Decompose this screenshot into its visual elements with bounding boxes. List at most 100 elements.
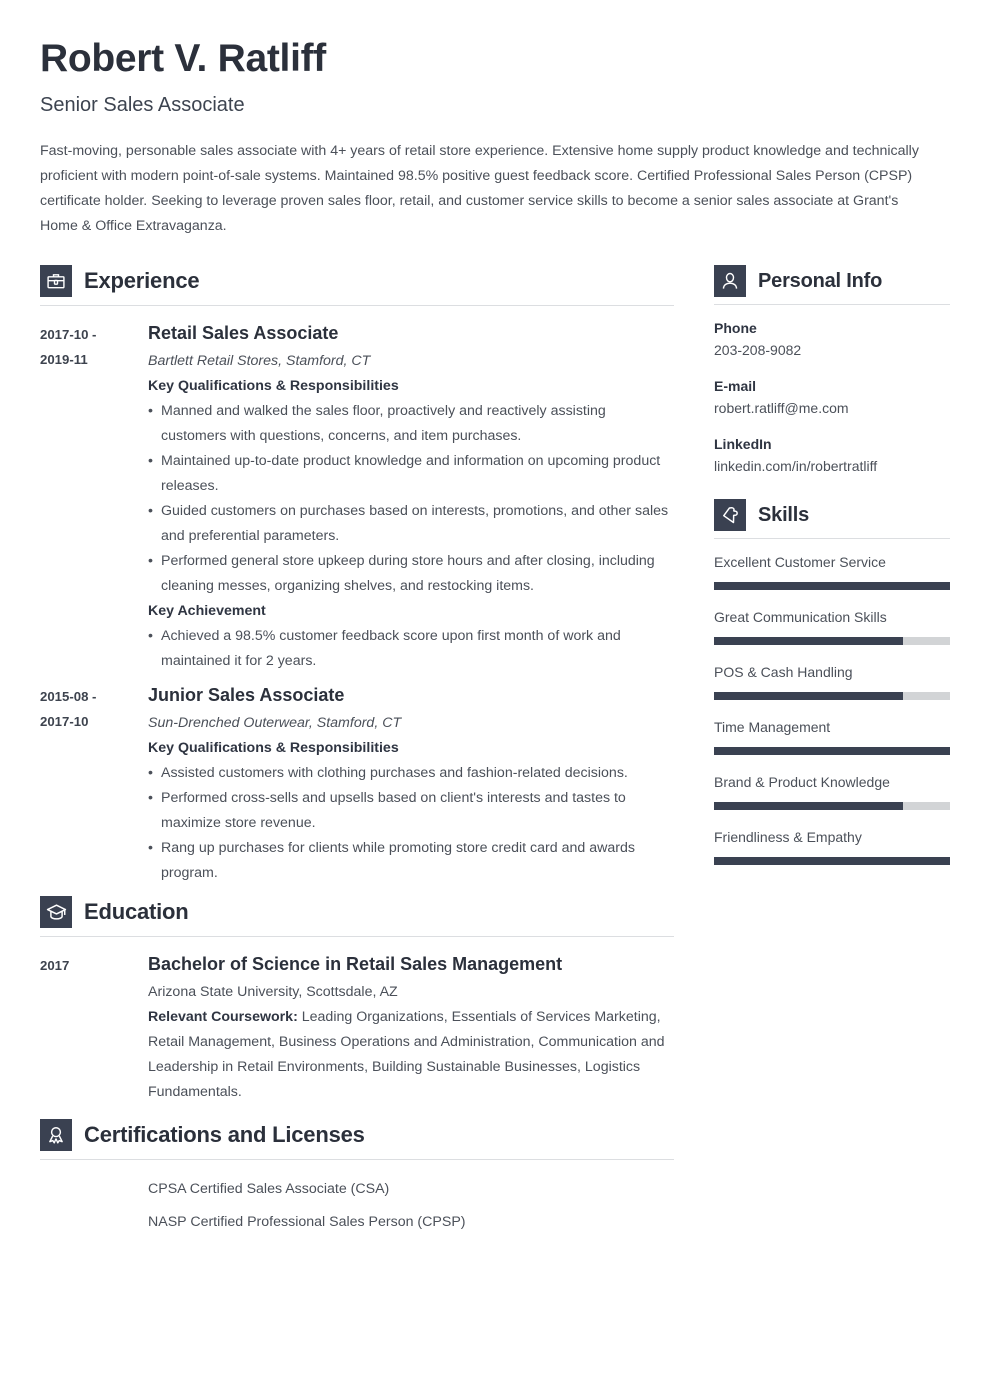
certifications-divider — [40, 1159, 674, 1161]
entry-date-start: 2017-10 - — [40, 327, 97, 343]
skill-bar-track — [714, 747, 950, 756]
skill-label: POS & Cash Handling — [714, 664, 853, 681]
skill-bar-fill — [714, 637, 903, 646]
degree-title: Bachelor of Science in Retail Sales Mana… — [148, 954, 563, 975]
list-item: Performed general store upkeep during st… — [148, 549, 674, 599]
entry-organization: Sun-Drenched Outerwear, Stamford, CT — [148, 715, 402, 732]
person-icon — [714, 265, 746, 298]
certifications-list: CPSA Certified Sales Associate (CSA) NAS… — [40, 1174, 674, 1235]
list-item: Guided customers on purchases based on i… — [148, 499, 674, 549]
skill-bar-fill — [714, 582, 950, 591]
coursework-block: Relevant Coursework: Leading Organizatio… — [148, 1005, 674, 1105]
personal-info-heading: Personal Info — [714, 261, 950, 298]
experience-title: Experience — [84, 268, 200, 294]
resume-header: Robert V. Ratliff Senior Sales Associate… — [40, 37, 950, 239]
skill-label: Brand & Product Knowledge — [714, 774, 890, 791]
coursework-label: Relevant Coursework: — [148, 1009, 298, 1026]
main-column: Experience 2017-10 - 2019-11 Retail Sale… — [40, 261, 674, 1243]
skill-bar-fill — [714, 747, 950, 756]
qualifications-list: Assisted customers with clothing purchas… — [148, 761, 674, 886]
info-value[interactable]: linkedin.com/in/robertratliff — [714, 455, 950, 478]
section-skills: Skills Excellent Customer Service Great … — [714, 495, 950, 866]
list-item: Achieved a 98.5% customer feedback score… — [148, 624, 674, 674]
certifications-heading: Certifications and Licenses — [40, 1115, 674, 1152]
personal-info-divider — [714, 304, 950, 306]
info-field-phone: Phone 203-208-9082 — [714, 317, 950, 362]
skill-bar-fill — [714, 692, 903, 701]
skill-bar-fill — [714, 802, 903, 811]
sidebar-column: Personal Info Phone 203-208-9082 E-mail … — [714, 261, 950, 881]
briefcase-icon — [40, 265, 72, 298]
entry-organization: Bartlett Retail Stores, Stamford, CT — [148, 353, 371, 370]
entry-date-end: 2019-11 — [40, 352, 88, 368]
skill-bar-fill — [714, 857, 950, 866]
skill-label: Friendliness & Empathy — [714, 829, 862, 846]
skill-item: POS & Cash Handling — [714, 661, 950, 701]
list-item: Maintained up-to-date product knowledge … — [148, 449, 674, 499]
list-item: Performed cross-sells and upsells based … — [148, 786, 674, 836]
section-certifications: Certifications and Licenses CPSA Certifi… — [40, 1115, 674, 1235]
skill-bar-track — [714, 582, 950, 591]
info-label: LinkedIn — [714, 436, 772, 453]
info-value[interactable]: robert.ratliff@me.com — [714, 397, 950, 420]
entry-body: Bachelor of Science in Retail Sales Mana… — [148, 951, 674, 1105]
qualifications-label: Key Qualifications & Responsibilities — [148, 740, 399, 757]
skill-item: Excellent Customer Service — [714, 551, 950, 591]
skill-item: Friendliness & Empathy — [714, 826, 950, 866]
education-entry: 2017 Bachelor of Science in Retail Sales… — [40, 951, 674, 1105]
resume-page: Robert V. Ratliff Senior Sales Associate… — [0, 0, 990, 1400]
certifications-title: Certifications and Licenses — [84, 1122, 365, 1148]
experience-entry: 2017-10 - 2019-11 Retail Sales Associate… — [40, 320, 674, 674]
achievement-label: Key Achievement — [148, 603, 266, 620]
entry-role: Junior Sales Associate — [148, 685, 345, 706]
education-heading: Education — [40, 892, 674, 929]
list-item: Assisted customers with clothing purchas… — [148, 761, 674, 786]
job-title: Senior Sales Associate — [40, 94, 245, 117]
skills-divider — [714, 538, 950, 540]
experience-divider — [40, 305, 674, 307]
skill-label: Great Communication Skills — [714, 609, 887, 626]
education-divider — [40, 936, 674, 938]
entry-dates: 2017-10 - 2019-11 — [40, 320, 148, 372]
section-education: Education 2017 Bachelor of Science in Re… — [40, 892, 674, 1105]
skills-heading: Skills — [714, 495, 950, 532]
list-item: NASP Certified Professional Sales Person… — [148, 1214, 466, 1231]
skills-title: Skills — [758, 504, 810, 527]
experience-heading: Experience — [40, 261, 674, 298]
skill-bar-track — [714, 637, 950, 646]
page-title: Robert V. Ratliff — [40, 37, 326, 80]
list-item: Manned and walked the sales floor, proac… — [148, 399, 674, 449]
info-label: E-mail — [714, 378, 757, 395]
qualifications-list: Manned and walked the sales floor, proac… — [148, 399, 674, 599]
skill-item: Time Management — [714, 716, 950, 756]
summary-paragraph: Fast-moving, personable sales associate … — [40, 143, 919, 235]
entry-body: Junior Sales Associate Sun-Drenched Oute… — [148, 682, 674, 886]
achievements-list: Achieved a 98.5% customer feedback score… — [148, 624, 674, 674]
info-field-email: E-mail robert.ratliff@me.com — [714, 375, 950, 420]
school-name: Arizona State University, Scottsdale, AZ — [148, 984, 398, 1001]
skill-bar-track — [714, 692, 950, 701]
puzzle-piece-icon — [714, 499, 746, 532]
entry-dates: 2017 — [40, 958, 70, 974]
award-ribbon-icon — [40, 1119, 72, 1152]
info-value: 203-208-9082 — [714, 342, 802, 359]
graduation-cap-icon — [40, 896, 72, 929]
info-label: Phone — [714, 320, 757, 337]
skill-label: Excellent Customer Service — [714, 554, 886, 571]
section-experience: Experience 2017-10 - 2019-11 Retail Sale… — [40, 261, 674, 886]
experience-entry: 2015-08 - 2017-10 Junior Sales Associate… — [40, 682, 674, 886]
personal-info-title: Personal Info — [758, 270, 883, 293]
education-title: Education — [84, 899, 189, 925]
entry-date-start: 2015-08 - — [40, 689, 97, 705]
entry-body: Retail Sales Associate Bartlett Retail S… — [148, 320, 674, 674]
skill-bar-track — [714, 857, 950, 866]
skill-item: Great Communication Skills — [714, 606, 950, 646]
skill-label: Time Management — [714, 719, 831, 736]
list-item: Rang up purchases for clients while prom… — [148, 836, 674, 886]
list-item: CPSA Certified Sales Associate (CSA) — [148, 1181, 390, 1198]
skill-bar-track — [714, 802, 950, 811]
skill-item: Brand & Product Knowledge — [714, 771, 950, 811]
section-personal-info: Personal Info Phone 203-208-9082 E-mail … — [714, 261, 950, 478]
info-field-linkedin: LinkedIn linkedin.com/in/robertratliff — [714, 433, 950, 478]
entry-date-end: 2017-10 — [40, 714, 89, 730]
